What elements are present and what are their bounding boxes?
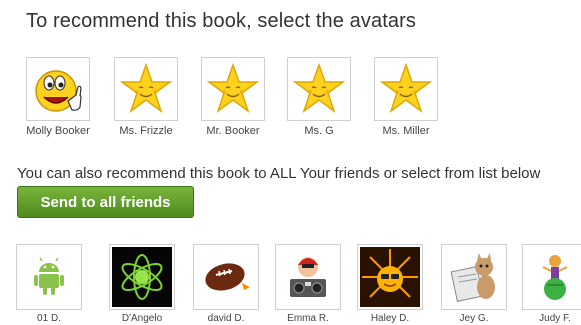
star-icon [379,62,433,113]
friend-name: 01 D. [37,313,61,324]
avatar-frame [201,57,265,121]
friend-emma-r[interactable]: Emma R. [275,244,341,324]
friend-haley-d[interactable]: Haley D. [357,244,423,324]
avatar-frame [26,57,90,121]
avatar-molly-booker[interactable]: Molly Booker [26,57,90,137]
football-icon [205,263,250,291]
avatar-name: Ms. Miller [382,125,430,137]
smiley-thumbs-up-icon [35,70,82,112]
avatar-frame [287,57,351,121]
friend-name: Haley D. [370,313,410,324]
bug-ball-icon [542,255,568,300]
friend-name: Emma R. [287,313,329,324]
friend-frame [357,244,423,310]
cat-reading-icon [450,253,495,302]
friend-01-d[interactable]: 01 D. [16,244,82,324]
avatar-frame [114,57,178,121]
sun-glasses-icon [360,247,420,307]
friend-david-d[interactable]: david D. [193,244,259,324]
android-icon [34,257,64,295]
page-title: To recommend this book, select the avata… [26,10,416,32]
avatar-name: Ms. G [304,125,334,137]
avatar-name: Mr. Booker [206,125,260,137]
friend-name: D'Angelo [121,313,163,324]
star-icon [119,62,173,113]
friend-jey-g[interactable]: Jey G. [441,244,507,324]
friend-frame [193,244,259,310]
star-icon [292,62,346,113]
avatar-ms-frizzle[interactable]: Ms. Frizzle [114,57,178,137]
recommend-all-info: You can also recommend this book to ALL … [17,165,541,182]
star-icon [206,62,260,113]
avatar-mr-booker[interactable]: Mr. Booker [201,57,265,137]
friend-frame [16,244,82,310]
avatar-frame [374,57,438,121]
friend-name: david D. [207,313,245,324]
friend-frame [441,244,507,310]
boombox-icon [290,257,326,297]
friend-frame [109,244,175,310]
friend-name: Jey G. [459,313,489,324]
friend-judy-f[interactable]: Judy F. [522,244,581,324]
avatar-name: Ms. Frizzle [119,125,173,137]
avatar-ms-miller[interactable]: Ms. Miller [374,57,438,137]
atom-icon [112,247,172,307]
friend-dangelo[interactable]: D'Angelo [109,244,175,324]
friend-frame [522,244,581,310]
friend-frame [275,244,341,310]
avatar-ms-g[interactable]: Ms. G [287,57,351,137]
send-to-all-friends-button[interactable]: Send to all friends [17,186,194,218]
avatar-name: Molly Booker [26,125,90,137]
friend-name: Judy F. [539,313,571,324]
